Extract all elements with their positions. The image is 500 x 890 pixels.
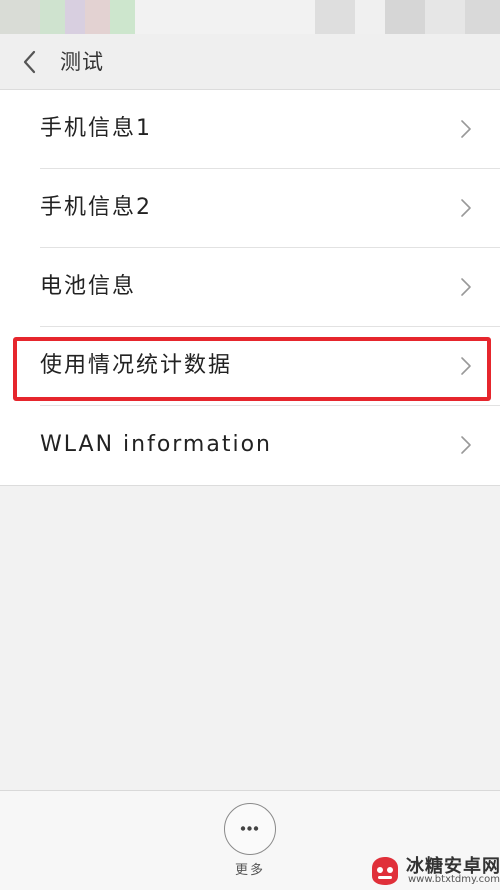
list-item-phone-info-2[interactable]: 手机信息2 bbox=[0, 169, 500, 248]
chevron-right-icon bbox=[461, 357, 471, 375]
page-title: 测试 bbox=[60, 50, 104, 74]
settings-list: 手机信息1 手机信息2 电池信息 使用情况统计数据 WLAN informati… bbox=[0, 90, 500, 486]
list-item-label: 手机信息2 bbox=[40, 195, 152, 220]
list-item-label: 电池信息 bbox=[40, 274, 137, 299]
list-item-usage-stats[interactable]: 使用情况统计数据 bbox=[0, 327, 500, 406]
app-header: 测试 bbox=[0, 34, 500, 90]
chevron-right-icon bbox=[461, 120, 471, 138]
more-label: 更多 bbox=[234, 863, 265, 878]
watermark-url: www.btxtdmy.com bbox=[408, 874, 500, 885]
chevron-right-icon bbox=[461, 436, 471, 454]
list-item-label: WLAN information bbox=[40, 432, 272, 457]
chevron-right-icon bbox=[461, 278, 471, 296]
list-item-wlan-information[interactable]: WLAN information bbox=[0, 406, 500, 485]
more-dots-icon bbox=[240, 826, 259, 831]
watermark-logo-icon bbox=[372, 857, 398, 885]
list-item-battery-info[interactable]: 电池信息 bbox=[0, 248, 500, 327]
watermark: 冰糖安卓网 www.btxtdmy.com bbox=[368, 852, 500, 890]
more-button[interactable] bbox=[224, 803, 276, 855]
list-item-phone-info-1[interactable]: 手机信息1 bbox=[0, 90, 500, 169]
list-item-label: 使用情况统计数据 bbox=[40, 353, 233, 378]
chevron-left-icon bbox=[23, 50, 36, 74]
chevron-right-icon bbox=[461, 199, 471, 217]
back-button[interactable] bbox=[16, 48, 44, 76]
list-item-label: 手机信息1 bbox=[40, 116, 152, 141]
status-bar bbox=[0, 0, 500, 34]
